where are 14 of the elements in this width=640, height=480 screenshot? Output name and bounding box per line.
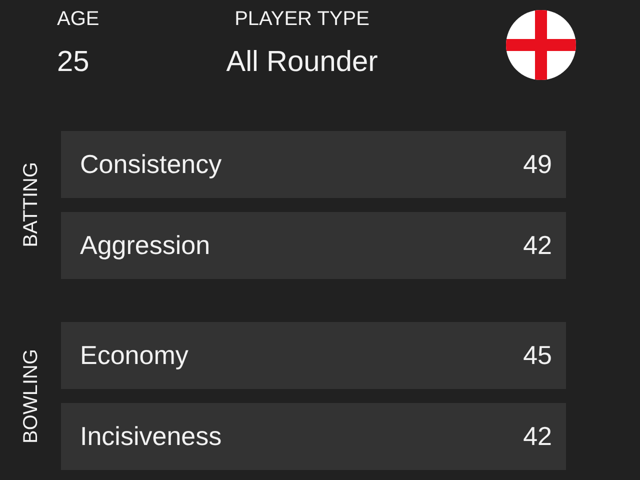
stat-value: 45 bbox=[523, 339, 552, 372]
player-type-value: All Rounder bbox=[226, 45, 378, 80]
stat-name: Consistency bbox=[80, 148, 222, 181]
age-value: 25 bbox=[57, 45, 90, 80]
stat-value: 42 bbox=[523, 229, 552, 262]
stat-value: 42 bbox=[523, 420, 552, 453]
age-label: AGE bbox=[57, 7, 100, 32]
section-label: BOWLING bbox=[18, 348, 42, 444]
player-type-label: PLAYER TYPE bbox=[234, 7, 370, 32]
stat-name: Aggression bbox=[80, 229, 210, 262]
stat-name: Incisiveness bbox=[80, 420, 222, 453]
section-label: BATTING bbox=[18, 162, 42, 248]
stat-value: 49 bbox=[523, 148, 552, 181]
stat-name: Economy bbox=[80, 339, 188, 372]
